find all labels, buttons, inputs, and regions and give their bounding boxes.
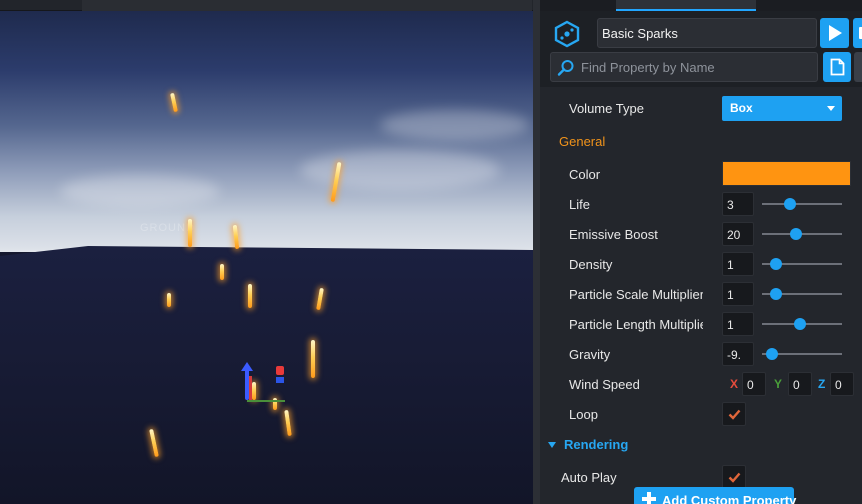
gizmo-handle[interactable]: [249, 376, 252, 400]
auto-play-label: Auto Play: [561, 470, 617, 485]
gizmo-scale-box-icon[interactable]: [276, 366, 284, 375]
gravity-row: Gravity -9.: [540, 339, 862, 369]
emissive-boost-label: Emissive Boost: [569, 227, 658, 242]
transform-gizmo[interactable]: [240, 362, 290, 408]
properties-header: Basic Sparks: [540, 11, 862, 87]
volume-type-value: Box: [730, 101, 753, 115]
wind-x-label: X: [730, 377, 739, 391]
slider-thumb[interactable]: [790, 228, 803, 240]
documentation-button[interactable]: [823, 52, 851, 82]
section-general-header[interactable]: General: [559, 134, 605, 149]
life-label: Life: [569, 197, 590, 212]
slider-thumb[interactable]: [784, 198, 796, 210]
volume-type-dropdown[interactable]: Box: [722, 96, 842, 121]
emissive-boost-input[interactable]: 20: [722, 222, 754, 246]
spark-particle: [232, 224, 240, 250]
wind-speed-label: Wind Speed: [569, 377, 640, 392]
loop-label: Loop: [569, 407, 598, 422]
cloud: [60, 175, 220, 207]
slider-thumb[interactable]: [793, 318, 806, 330]
viewport-tab-bar: [0, 0, 533, 11]
play-icon: [829, 25, 842, 41]
density-input[interactable]: 1: [722, 252, 754, 276]
particle-scale-multiplier-slider[interactable]: [762, 288, 842, 300]
plus-icon: [642, 492, 656, 504]
wind-z-input[interactable]: 0: [830, 372, 854, 396]
wind-y-label: Y: [774, 377, 783, 391]
gravity-label: Gravity: [569, 347, 611, 362]
wind-x-input[interactable]: 0: [742, 372, 766, 396]
find-property-field[interactable]: [550, 52, 818, 82]
panel-options-button[interactable]: [854, 52, 862, 82]
checkmark-icon: [728, 409, 741, 420]
particle-length-multiplier-row: Particle Length Multiplier 1: [540, 309, 862, 339]
wind-speed-row: Wind Speed X 0 Y 0 Z 0: [540, 369, 862, 399]
panel-tab-strip: [540, 0, 862, 11]
auto-play-checkbox[interactable]: [722, 465, 746, 489]
tab-properties[interactable]: [616, 0, 756, 11]
scene-viewport[interactable]: GROUND: [0, 0, 533, 504]
object-name-field[interactable]: Basic Sparks: [597, 18, 817, 48]
volume-type-label: Volume Type: [569, 101, 644, 116]
particle-scale-multiplier-input[interactable]: 1: [722, 282, 754, 306]
spark-particle: [188, 219, 192, 247]
section-rendering-label: Rendering: [564, 437, 629, 452]
color-swatch[interactable]: [722, 161, 851, 186]
life-row: Life 3: [540, 189, 862, 219]
particle-length-multiplier-slider[interactable]: [762, 318, 842, 330]
chevron-down-icon: [827, 106, 835, 111]
checkmark-icon: [728, 472, 741, 483]
slider-thumb[interactable]: [770, 288, 783, 300]
particle-scale-multiplier-row: Particle Scale Multiplier 1: [540, 279, 862, 309]
life-slider[interactable]: [762, 198, 842, 210]
slider-thumb[interactable]: [770, 258, 783, 270]
document-icon: [830, 58, 845, 76]
spark-particle: [248, 284, 252, 308]
section-rendering-header[interactable]: Rendering: [548, 437, 628, 452]
add-custom-property-label: Add Custom Property: [662, 493, 797, 504]
density-row: Density 1: [540, 249, 862, 279]
life-input[interactable]: 3: [722, 192, 754, 216]
ground-label: GROUND: [140, 222, 195, 234]
property-list: Volume Type Box General Color Life 3 Emi…: [540, 87, 862, 504]
emissive-boost-slider[interactable]: [762, 228, 842, 240]
wind-z-label: Z: [818, 377, 826, 391]
search-input[interactable]: [581, 59, 811, 76]
emissive-boost-row: Emissive Boost 20: [540, 219, 862, 249]
properties-panel: Basic Sparks Volume Type Box: [533, 0, 862, 504]
loop-row: Loop: [540, 399, 862, 429]
stop-preview-button[interactable]: [853, 18, 862, 48]
particle-length-multiplier-input[interactable]: 1: [722, 312, 754, 336]
cloud: [380, 110, 530, 140]
wind-y-input[interactable]: 0: [788, 372, 812, 396]
spark-particle: [311, 340, 315, 378]
slider-thumb[interactable]: [765, 348, 778, 360]
particle-length-multiplier-label: Particle Length Multiplier: [569, 317, 703, 332]
vfx-object-icon: [552, 20, 582, 48]
add-custom-property-button[interactable]: Add Custom Property: [634, 487, 797, 504]
color-label: Color: [569, 167, 601, 182]
gravity-input[interactable]: -9.: [722, 342, 754, 366]
loop-checkbox[interactable]: [722, 402, 746, 426]
viewport-tab: [82, 0, 532, 11]
spark-particle: [170, 92, 178, 113]
play-preview-button[interactable]: [820, 18, 849, 48]
collapse-arrow-icon: [548, 442, 556, 448]
density-label: Density: [569, 257, 613, 272]
gravity-slider[interactable]: [762, 348, 842, 360]
density-slider[interactable]: [762, 258, 842, 270]
gizmo-scale-box-icon[interactable]: [276, 377, 284, 383]
spark-particle: [220, 264, 224, 280]
gizmo-y-axis[interactable]: [247, 400, 285, 402]
cloud: [300, 150, 500, 190]
spark-particle: [167, 293, 171, 307]
particle-scale-multiplier-label: Particle Scale Multiplier: [569, 287, 703, 302]
search-icon: [557, 60, 574, 76]
